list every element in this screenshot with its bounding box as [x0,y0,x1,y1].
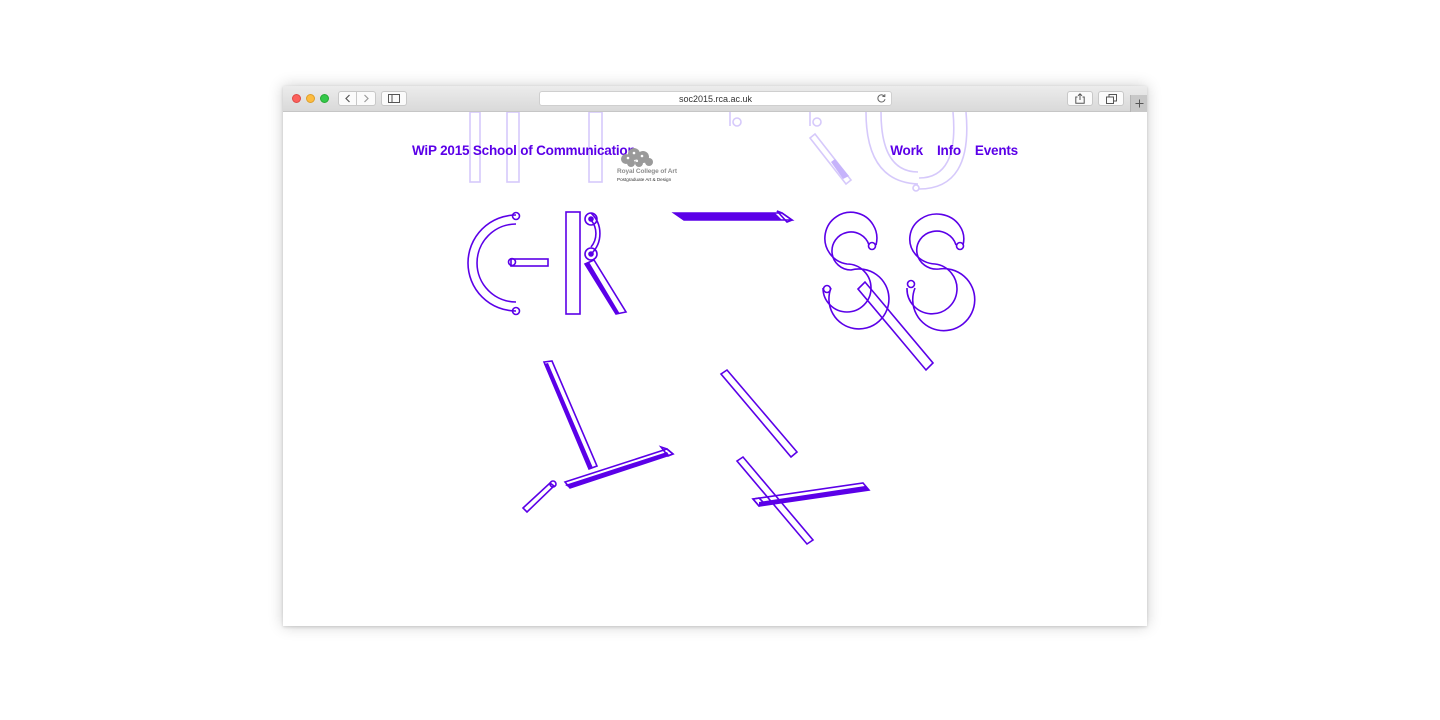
window-zoom-button[interactable] [320,94,329,103]
falling-bars-left [521,360,675,514]
rca-logo[interactable]: Royal College of Art Postgraduate Art & … [617,146,687,186]
browser-window: soc2015.rca.ac.uk WiP 2015 School of Com… [283,86,1147,626]
back-button[interactable] [338,91,357,106]
chevron-right-icon [364,94,369,103]
sidebar-icon [388,94,400,103]
main-nav: Work Info Events [890,143,1018,158]
tabs-overview-button[interactable] [1098,91,1124,106]
sidebar-button[interactable] [381,91,407,106]
plus-icon [1135,99,1143,108]
chevron-left-icon [344,94,350,103]
reload-icon[interactable] [876,93,887,104]
letter-s-1 [822,211,890,330]
forward-button[interactable] [357,91,376,106]
letter-r-fill [585,216,620,314]
falling-bars-right [719,368,871,546]
progress-typography-artwork [467,112,976,546]
window-minimize-button[interactable] [306,94,315,103]
letter-r [565,211,628,315]
site-title[interactable]: WiP 2015 School of Communication [412,143,636,158]
nav-link-info[interactable]: Info [937,143,961,158]
window-close-button[interactable] [292,94,301,103]
page-content: WiP 2015 School of Communication Royal C… [283,112,1147,626]
browser-toolbar: soc2015.rca.ac.uk [283,86,1147,112]
new-tab-button[interactable] [1130,95,1147,112]
letter-s-2 [906,213,976,332]
rca-logo-name: Royal College of Art [617,168,677,175]
letter-e-bar-fill [674,213,782,220]
nav-link-events[interactable]: Events [975,143,1018,158]
address-bar-url: soc2015.rca.ac.uk [678,94,753,104]
history-nav [338,91,376,106]
nav-link-work[interactable]: Work [890,143,923,158]
share-icon [1075,93,1085,104]
address-bar[interactable]: soc2015.rca.ac.uk [539,91,892,106]
rca-crest-icon [621,148,653,167]
letter-c [467,211,549,316]
tabs-icon [1105,93,1117,104]
rca-logo-subtitle: Postgraduate Art & Design [617,177,672,182]
share-button[interactable] [1067,91,1093,106]
